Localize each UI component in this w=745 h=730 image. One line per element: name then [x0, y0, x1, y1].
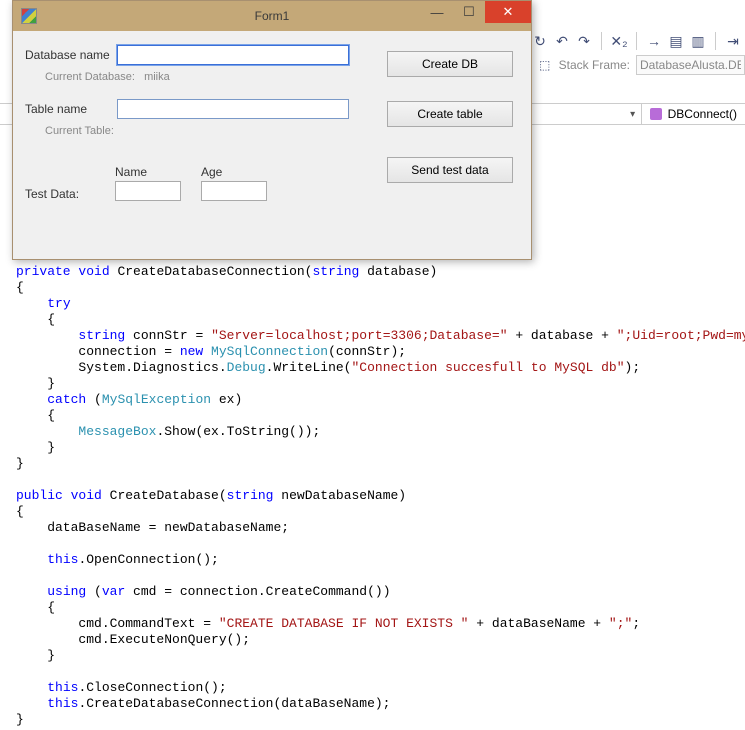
step-back-icon[interactable]: ↶ — [554, 33, 570, 49]
stackframe-input[interactable] — [636, 55, 745, 75]
bookmark-icon[interactable]: ⇥ — [725, 33, 741, 49]
step-forward-icon[interactable]: ↷ — [576, 33, 592, 49]
current-database-value: miika — [144, 71, 170, 83]
titlebar[interactable]: Form1 — ☐ ✕ — [13, 1, 531, 31]
outline-icon[interactable]: ▥ — [690, 33, 706, 49]
arrow-icon[interactable]: → — [646, 33, 662, 49]
minimize-button[interactable]: — — [421, 1, 453, 23]
age-label: Age — [201, 165, 267, 179]
stack-icon[interactable]: ▤ — [668, 33, 684, 49]
ide-toolbar: ; ↻ ↶ ↷ ✕₂ → ▤ ▥ ⇥ — [510, 28, 745, 54]
method-name: DBConnect() — [668, 107, 737, 121]
code-editor[interactable]: private void CreateDatabaseConnection(st… — [16, 264, 745, 728]
dropdown-arrow-icon[interactable]: ▾ — [625, 109, 641, 120]
maximize-button[interactable]: ☐ — [453, 1, 485, 23]
create-table-button[interactable]: Create table — [387, 101, 513, 127]
config-icon[interactable]: ✕₂ — [611, 33, 627, 49]
database-name-label: Database name — [25, 48, 117, 62]
name-label: Name — [115, 165, 181, 179]
method-selector[interactable]: DBConnect() — [641, 104, 745, 124]
table-name-label: Table name — [25, 102, 117, 116]
send-test-data-button[interactable]: Send test data — [387, 157, 513, 183]
stackframe-label: Stack Frame: — [559, 58, 630, 72]
table-name-input[interactable] — [117, 99, 349, 119]
form1-window: Form1 — ☐ ✕ Database name Current Databa… — [12, 0, 532, 260]
app-icon — [21, 8, 37, 24]
name-input[interactable] — [115, 181, 181, 201]
stackframe-icon[interactable]: ⬚ — [537, 57, 553, 73]
close-button[interactable]: ✕ — [485, 1, 531, 23]
cube-icon — [650, 108, 662, 120]
test-data-label: Test Data: — [25, 187, 95, 201]
database-name-input[interactable] — [117, 45, 349, 65]
age-input[interactable] — [201, 181, 267, 201]
create-db-button[interactable]: Create DB — [387, 51, 513, 77]
refresh-icon[interactable]: ↻ — [532, 33, 548, 49]
stackframe-bar: ⬚ Stack Frame: — [537, 55, 745, 75]
